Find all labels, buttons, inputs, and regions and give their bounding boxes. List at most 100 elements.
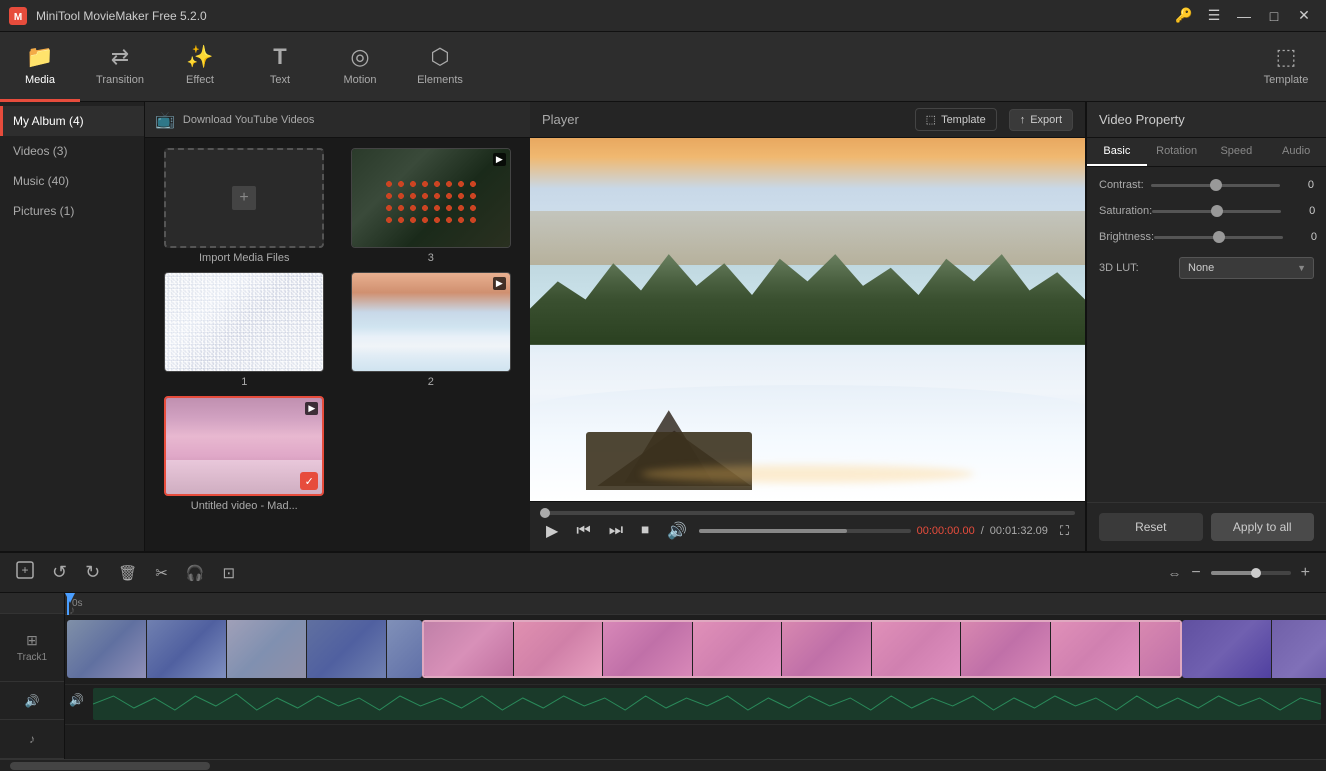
zoom-in-button[interactable]: + <box>1295 560 1316 586</box>
toolbar-elements[interactable]: ⬡ Elements <box>400 32 480 102</box>
bottom-scrollbar[interactable] <box>0 759 1326 771</box>
zoom-control: ⇔ − + <box>1167 560 1316 586</box>
clip-segment-2[interactable] <box>422 620 1182 678</box>
music-icon: ♪ <box>69 603 75 617</box>
cut-button[interactable]: ✂ <box>149 560 174 586</box>
mute-button[interactable]: 🔊 <box>661 519 693 543</box>
undo-button[interactable]: ↺ <box>46 558 73 587</box>
zoom-out-button[interactable]: − <box>1185 560 1206 586</box>
toolbar-effect[interactable]: ✨ Effect <box>160 32 240 102</box>
close-button[interactable]: ✕ <box>1290 5 1318 27</box>
tab-my-album[interactable]: My Album (4) <box>0 106 144 136</box>
template-button[interactable]: ⬚ Template <box>915 108 997 131</box>
fullscreen-button[interactable]: ⛶ <box>1054 521 1075 541</box>
video-scene <box>530 138 1085 501</box>
brightness-slider[interactable] <box>1154 236 1283 239</box>
redo-button[interactable]: ↻ <box>79 558 106 587</box>
saturation-control: 0 <box>1152 205 1315 217</box>
time-total: 00:01:32.09 <box>990 525 1048 537</box>
media-item-1[interactable]: 1 <box>155 272 334 388</box>
svg-text:M: M <box>14 12 22 23</box>
track-label-icons: ⊞ Track1 <box>17 632 47 663</box>
effect-icon: ✨ <box>186 44 213 70</box>
track1-name: Track1 <box>17 652 47 663</box>
clip-segment-1[interactable] <box>67 620 422 678</box>
contrast-value: 0 <box>1286 179 1314 191</box>
saturation-row: Saturation: 0 <box>1099 205 1314 217</box>
import-label: Import Media Files <box>199 252 289 264</box>
fit-icon: ⇔ <box>1167 565 1181 581</box>
import-media-item[interactable]: + Import Media Files <box>155 148 334 264</box>
timeline-content: ⊞ Track1 🔊 ♪ 0s <box>0 593 1326 759</box>
toolbar-text[interactable]: T Text <box>240 32 320 102</box>
media-num-2: 2 <box>428 376 434 388</box>
timeline-toolbar: + ↺ ↻ 🗑 ✂ 🎧 ⊡ ⇔ − + <box>0 553 1326 593</box>
delete-button[interactable]: 🗑 <box>112 560 143 586</box>
transition-label: Transition <box>96 74 144 86</box>
saturation-value: 0 <box>1287 205 1315 217</box>
lut-row: 3D LUT: None Vivid Cool Warm Matte <box>1099 257 1314 279</box>
stop-button[interactable]: ⏹ <box>635 520 655 542</box>
time-current: 00:00:00.00 <box>917 525 975 537</box>
tab-pictures[interactable]: Pictures (1) <box>0 196 144 226</box>
media-item-3[interactable]: ▶ 3 <box>342 148 521 264</box>
zoom-bar[interactable] <box>1211 571 1291 575</box>
maximize-button[interactable]: □ <box>1260 5 1288 27</box>
prop-tab-audio[interactable]: Audio <box>1266 138 1326 166</box>
video-track <box>65 615 1326 685</box>
reset-button[interactable]: Reset <box>1099 513 1203 541</box>
lut-select[interactable]: None Vivid Cool Warm Matte <box>1179 257 1314 279</box>
timeline-area: + ↺ ↻ 🗑 ✂ 🎧 ⊡ ⇔ − + ⊞ Track1 <box>0 551 1326 771</box>
tab-videos[interactable]: Videos (3) <box>0 136 144 166</box>
video-area <box>530 138 1085 501</box>
left-panel: My Album (4) Videos (3) Music (40) Pictu… <box>0 102 530 551</box>
media-item-4[interactable]: ▶ ✓ Untitled video - Mad... <box>155 396 334 512</box>
prev-frame-button[interactable]: ⏮ <box>570 520 596 542</box>
prop-tab-basic[interactable]: Basic <box>1087 138 1147 166</box>
prop-tab-rotation[interactable]: Rotation <box>1147 138 1207 166</box>
crop-button[interactable]: ⊡ <box>217 560 242 586</box>
toolbar-motion[interactable]: ◎ Motion <box>320 32 400 102</box>
contrast-label: Contrast: <box>1099 179 1151 191</box>
player-header: Player ⬚ Template ↑ Export <box>530 102 1085 138</box>
media-label: Media <box>25 74 55 86</box>
import-icon: + <box>229 183 259 213</box>
audio-button[interactable]: 🎧 <box>180 560 211 586</box>
toolbar-media[interactable]: 📁 Media <box>0 32 80 102</box>
player-title: Player <box>542 112 716 127</box>
toolbar-template[interactable]: ⬚ Template <box>1246 32 1326 102</box>
menu-button[interactable]: ☰ <box>1200 5 1228 27</box>
track1-label: ⊞ Track1 <box>0 614 64 682</box>
add-media-button[interactable]: + <box>10 557 40 588</box>
right-panel: Video Property Basic Rotation Speed Audi… <box>1086 102 1326 551</box>
text-icon: T <box>273 44 286 70</box>
svg-text:+: + <box>21 563 28 577</box>
property-content: Contrast: 0 Saturation: 0 Brightness: <box>1087 167 1326 347</box>
media-label-4: Untitled video - Mad... <box>191 500 298 512</box>
toolbar-transition[interactable]: ⇄ Transition <box>80 32 160 102</box>
export-button[interactable]: ↑ Export <box>1009 109 1073 131</box>
playhead-marker[interactable] <box>67 593 69 615</box>
clip-segment-3[interactable] <box>1182 620 1326 678</box>
tab-music[interactable]: Music (40) <box>0 166 144 196</box>
progress-bar[interactable] <box>540 511 1075 515</box>
elements-label: Elements <box>417 74 463 86</box>
saturation-slider[interactable] <box>1152 210 1281 213</box>
next-frame-button[interactable]: ⏭ <box>603 520 629 542</box>
help-button[interactable]: 🔑 <box>1170 5 1198 27</box>
brightness-label: Brightness: <box>1099 231 1154 243</box>
template-icon-sm: ⬚ <box>926 113 936 126</box>
minimize-button[interactable]: — <box>1230 5 1258 27</box>
prop-tab-speed[interactable]: Speed <box>1207 138 1267 166</box>
apply-to-all-button[interactable]: Apply to all <box>1211 513 1315 541</box>
scrollbar-thumb[interactable] <box>10 762 210 770</box>
play-button[interactable]: ▶ <box>540 519 564 543</box>
download-youtube-button[interactable]: Download YouTube Videos <box>183 114 315 126</box>
media-num-3: 3 <box>428 252 434 264</box>
tracks-area: 0s <box>65 593 1326 759</box>
contrast-slider[interactable] <box>1151 184 1280 187</box>
main-area: My Album (4) Videos (3) Music (40) Pictu… <box>0 102 1326 551</box>
media-item-2[interactable]: ▶ 2 <box>342 272 521 388</box>
media-icon: 📁 <box>26 44 53 70</box>
text-label: Text <box>270 74 290 86</box>
